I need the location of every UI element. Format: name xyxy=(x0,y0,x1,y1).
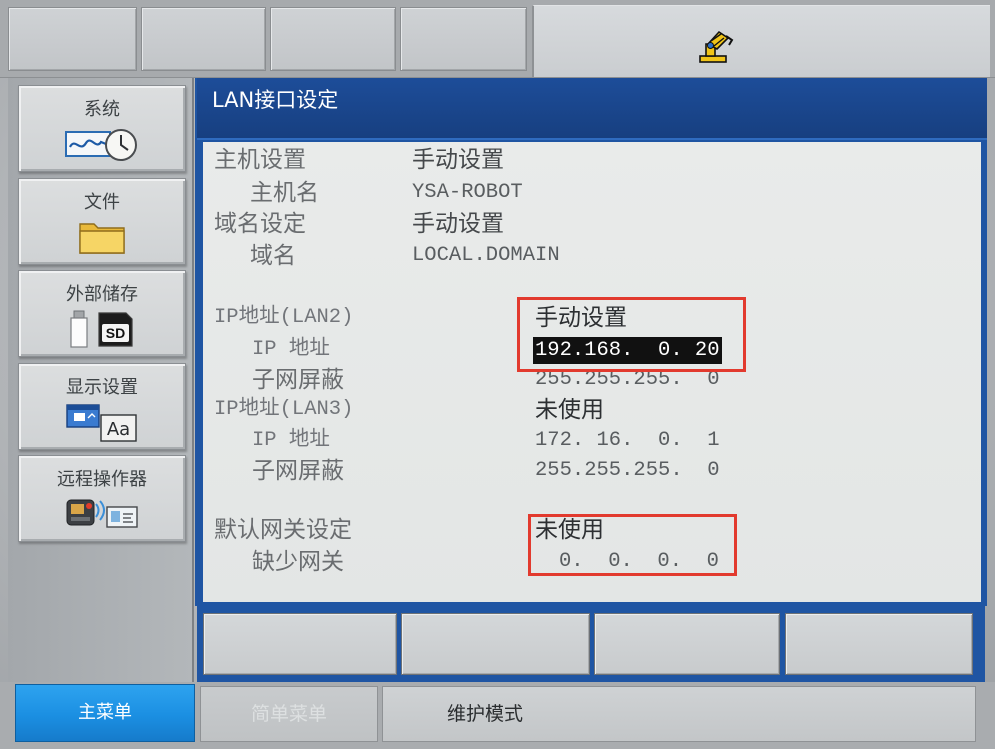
page-title: LAN接口设定 xyxy=(212,88,339,112)
default-gateway-label: 默认网关设定 xyxy=(214,517,352,543)
function-button-4[interactable] xyxy=(785,613,973,675)
sd-card-label: SD xyxy=(106,325,125,341)
top-status-area xyxy=(532,5,990,77)
function-button-row xyxy=(197,606,985,682)
annotation-box-default-gateway xyxy=(528,514,737,576)
host-name-label: 主机名 xyxy=(250,180,319,206)
domain-name-value[interactable]: LOCAL.DOMAIN xyxy=(412,241,560,271)
lan2-ip-label: IP 地址 xyxy=(252,338,330,361)
sidebar-item-external-storage[interactable]: 外部储存 SD xyxy=(18,270,186,357)
top-button-3[interactable] xyxy=(270,7,396,71)
top-button-2[interactable] xyxy=(141,7,266,71)
sidebar-item-label: 系统 xyxy=(84,99,120,120)
lan3-subnet-label: 子网屏蔽 xyxy=(252,458,344,484)
function-button-3[interactable] xyxy=(594,613,780,675)
host-name-value[interactable]: YSA-ROBOT xyxy=(412,178,523,208)
sidebar: 系统 文件 外部储存 SD 显示设置 Aa 远程操作器 xyxy=(8,78,194,682)
domain-setting-label: 域名设定 xyxy=(214,211,306,237)
domain-setting-value[interactable]: 手动设置 xyxy=(412,209,504,239)
mode-status-text: 维护模式 xyxy=(447,703,524,725)
top-button-1[interactable] xyxy=(8,7,137,71)
title-bar: LAN接口设定 xyxy=(197,78,987,140)
remote-operator-icon xyxy=(19,494,185,534)
sidebar-item-label: 外部储存 xyxy=(66,284,138,305)
host-setting-label: 主机设置 xyxy=(214,147,306,173)
sidebar-item-system[interactable]: 系统 xyxy=(18,85,186,172)
sidebar-item-label: 远程操作器 xyxy=(57,469,147,490)
sidebar-item-display-settings[interactable]: 显示设置 Aa xyxy=(18,363,186,450)
sidebar-item-label: 显示设置 xyxy=(66,377,138,398)
lan3-subnet-input[interactable]: 255.255.255. 0 xyxy=(535,456,720,486)
sidebar-item-label: 文件 xyxy=(84,192,120,213)
bottom-bar: 主菜单 简单菜单 维护模式 xyxy=(0,682,995,749)
lan3-ip-input[interactable]: 172. 16. 0. 1 xyxy=(535,426,720,456)
function-button-2[interactable] xyxy=(401,613,590,675)
usb-sd-card-icon: SD xyxy=(19,309,185,349)
function-button-1[interactable] xyxy=(203,613,397,675)
gateway-label: 缺少网关 xyxy=(252,549,344,575)
top-button-4[interactable] xyxy=(400,7,527,71)
sidebar-item-file[interactable]: 文件 xyxy=(18,178,186,265)
main-menu-button[interactable]: 主菜单 xyxy=(15,684,195,742)
simple-menu-button[interactable]: 简单菜单 xyxy=(200,686,378,742)
host-setting-value[interactable]: 手动设置 xyxy=(412,145,504,175)
lan3-mode-value[interactable]: 未使用 xyxy=(535,395,604,425)
display-font-icon: Aa xyxy=(19,402,185,442)
lan3-ip-label: IP 地址 xyxy=(252,429,330,452)
font-sample-label: Aa xyxy=(107,419,130,440)
top-bar xyxy=(0,0,995,78)
system-clock-icon xyxy=(19,124,185,164)
robot-status-icon xyxy=(697,28,735,64)
domain-name-label: 域名 xyxy=(250,243,296,269)
lan2-subnet-label: 子网屏蔽 xyxy=(252,367,344,393)
annotation-box-lan2-ip xyxy=(517,297,746,372)
folder-icon xyxy=(19,217,185,257)
lan3-label: IP地址(LAN3) xyxy=(214,398,354,421)
lan2-label: IP地址(LAN2) xyxy=(214,306,354,329)
sidebar-item-remote-operator[interactable]: 远程操作器 xyxy=(18,455,186,542)
mode-status-bar: 维护模式 xyxy=(382,686,976,742)
